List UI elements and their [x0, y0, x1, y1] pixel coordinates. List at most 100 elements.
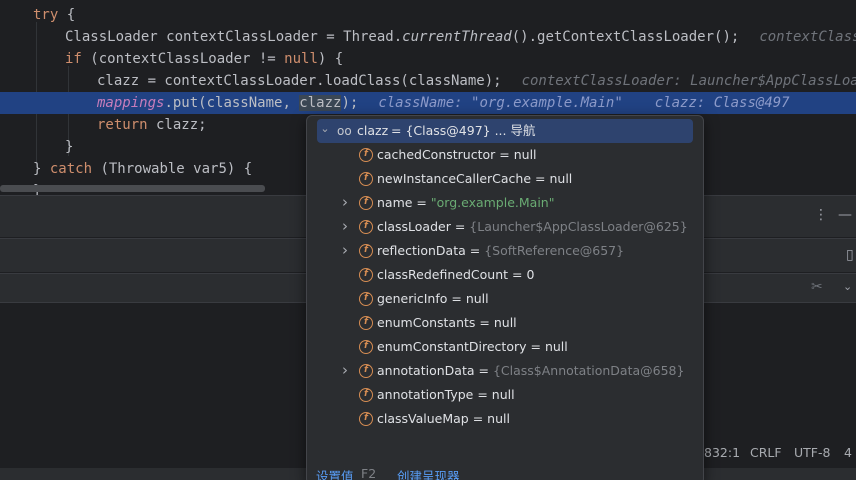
field-icon: f: [359, 148, 373, 162]
equals-sign: =: [526, 339, 545, 354]
variable-clazz-hover[interactable]: clazz: [299, 95, 342, 111]
keyword-if: if: [65, 51, 82, 67]
field-icon: f: [359, 340, 373, 354]
inline-value-hint: clazz: Class@497: [654, 95, 790, 111]
horizontal-scrollbar[interactable]: [0, 185, 265, 192]
field-value: null: [487, 411, 510, 426]
tree-row-annotation-type[interactable]: f annotationType = null: [307, 383, 703, 407]
tree-row-annotation-data[interactable]: › f annotationData = {Class$AnnotationData…: [307, 358, 703, 383]
field-value: 0: [526, 267, 535, 282]
tree-row-cached-constructor[interactable]: f cachedConstructor = null: [307, 143, 703, 167]
code-line-loadclass[interactable]: clazz = contextClassLoader.loadClass(cla…: [0, 70, 856, 92]
cut-icon[interactable]: ✂: [811, 279, 823, 295]
field-name: classRedefinedCount: [377, 267, 509, 282]
watch-glasses-icon: oo: [337, 124, 352, 138]
file-encoding[interactable]: UTF-8: [794, 445, 830, 460]
code-text: ClassLoader contextClassLoader = Thread.: [65, 29, 403, 45]
equals-sign: =: [465, 243, 485, 258]
tree-row-class-value-map[interactable]: f classValueMap = null: [307, 407, 703, 431]
tree-row-text: classValueMap = null: [377, 407, 510, 431]
equals-sign: =: [450, 219, 470, 234]
field-name: cachedConstructor: [377, 147, 496, 162]
field-name: annotationData: [377, 363, 475, 378]
field-icon: f: [359, 244, 373, 258]
keyword-null: null: [284, 51, 318, 67]
tree-root-name: clazz: [357, 123, 389, 138]
chevron-right-icon[interactable]: ›: [339, 190, 351, 214]
equals-sign: =: [531, 171, 550, 186]
code-line-current-execution[interactable]: mappings.put(className, clazz); className…: [0, 92, 856, 114]
tree-row-text: reflectionData = {SoftReference@657}: [377, 239, 624, 263]
tree-row-text: annotationData = {Class$AnnotationData@6…: [377, 359, 684, 383]
set-value-shortcut: F2: [361, 466, 377, 480]
indent-setting[interactable]: 4: [844, 445, 852, 460]
create-renderer-link[interactable]: 创建呈现器: [397, 466, 460, 480]
tree-row-text: cachedConstructor = null: [377, 143, 537, 167]
tree-root-clazz[interactable]: ⌄ oo clazz = {Class@497} ... 导航: [317, 119, 693, 143]
more-options-icon[interactable]: ⋮: [814, 207, 828, 223]
tree-row-class-loader[interactable]: › f classLoader = {Launcher$AppClassLoader…: [307, 214, 703, 239]
equals-sign: =: [468, 411, 488, 426]
field-value: {Class$AnnotationData@658}: [492, 363, 685, 378]
chevron-right-icon[interactable]: ›: [339, 358, 351, 382]
layout-icon[interactable]: ▯: [846, 247, 854, 263]
tree-row-generic-info[interactable]: f genericInfo = null: [307, 287, 703, 311]
tree-row-enum-constants[interactable]: f enumConstants = null: [307, 311, 703, 335]
code-text: clazz;: [147, 117, 207, 133]
chevron-down-icon[interactable]: ⌄: [843, 280, 852, 293]
code-line-if[interactable]: if (contextClassLoader != null) {: [0, 48, 856, 70]
code-text: (contextClassLoader !=: [81, 51, 285, 67]
equals-sign: =: [412, 195, 431, 210]
field-icon: f: [359, 220, 373, 234]
equals-sign: =: [473, 387, 492, 402]
code-line-try[interactable]: try {: [0, 4, 856, 26]
field-icon: f: [359, 388, 373, 402]
chevron-down-icon[interactable]: ⌄: [319, 117, 331, 141]
code-text: ) {: [317, 51, 344, 67]
field-name: reflectionData: [377, 243, 466, 258]
field-value: {Launcher$AppClassLoader@625}: [469, 219, 688, 234]
inline-value-hint: className: "org.example.Main": [378, 95, 623, 111]
tree-row-reflection-data[interactable]: › f reflectionData = {SoftReference@657}: [307, 238, 703, 263]
field-name: genericInfo: [377, 291, 448, 306]
caret-position[interactable]: 832:1: [704, 445, 740, 460]
tree-row-enum-constant-directory[interactable]: f enumConstantDirectory = null: [307, 335, 703, 359]
tree-row-new-instance-caller-cache[interactable]: f newInstanceCallerCache = null: [307, 167, 703, 191]
field-name: name: [377, 195, 413, 210]
tree-row-text: classLoader = {Launcher$AppClassLoader@6…: [377, 215, 688, 239]
tree-root-value[interactable]: = {Class@497} ... 导航: [391, 119, 535, 143]
code-text: ().getContextClassLoader();: [511, 29, 740, 45]
code-line-classloader[interactable]: ClassLoader contextClassLoader = Thread.…: [0, 26, 856, 48]
keyword-catch: catch: [49, 161, 93, 177]
field-icon: f: [359, 364, 373, 378]
field-icon: f: [359, 412, 373, 426]
field-name: enumConstants: [377, 315, 476, 330]
minimize-icon[interactable]: —: [838, 207, 852, 223]
field-icon: f: [359, 316, 373, 330]
tree-row-text: annotationType = null: [377, 383, 515, 407]
equals-sign: =: [475, 315, 494, 330]
debug-value-popup[interactable]: ⌄ oo clazz = {Class@497} ... 导航 f cachedC…: [306, 115, 704, 480]
method-current-thread: currentThread: [402, 29, 512, 45]
chevron-right-icon[interactable]: ›: [339, 214, 351, 238]
field-icon: f: [359, 172, 373, 186]
field-value: null: [549, 171, 573, 186]
set-value-link[interactable]: 设置值: [316, 466, 354, 480]
tree-row-name[interactable]: › f name = "org.example.Main": [307, 190, 703, 215]
code-text: (Throwable var5) {: [92, 161, 253, 177]
code-text: );: [341, 95, 359, 111]
keyword-return: return: [97, 117, 148, 133]
field-icon: f: [359, 292, 373, 306]
field-value: "org.example.Main": [430, 195, 555, 210]
field-name: classValueMap: [377, 411, 469, 426]
line-separator[interactable]: CRLF: [750, 445, 782, 460]
equals-sign: =: [508, 267, 527, 282]
tree-row-class-redefined-count[interactable]: f classRedefinedCount = 0: [307, 263, 703, 287]
chevron-right-icon[interactable]: ›: [339, 238, 351, 262]
tree-row-text: newInstanceCallerCache = null: [377, 167, 572, 191]
equals-sign: =: [495, 147, 514, 162]
tree-row-text: classRedefinedCount = 0: [377, 263, 534, 287]
tree-row-text: enumConstants = null: [377, 311, 517, 335]
code-text: clazz = contextClassLoader.loadClass(cla…: [97, 73, 502, 89]
field-value: null: [493, 315, 517, 330]
